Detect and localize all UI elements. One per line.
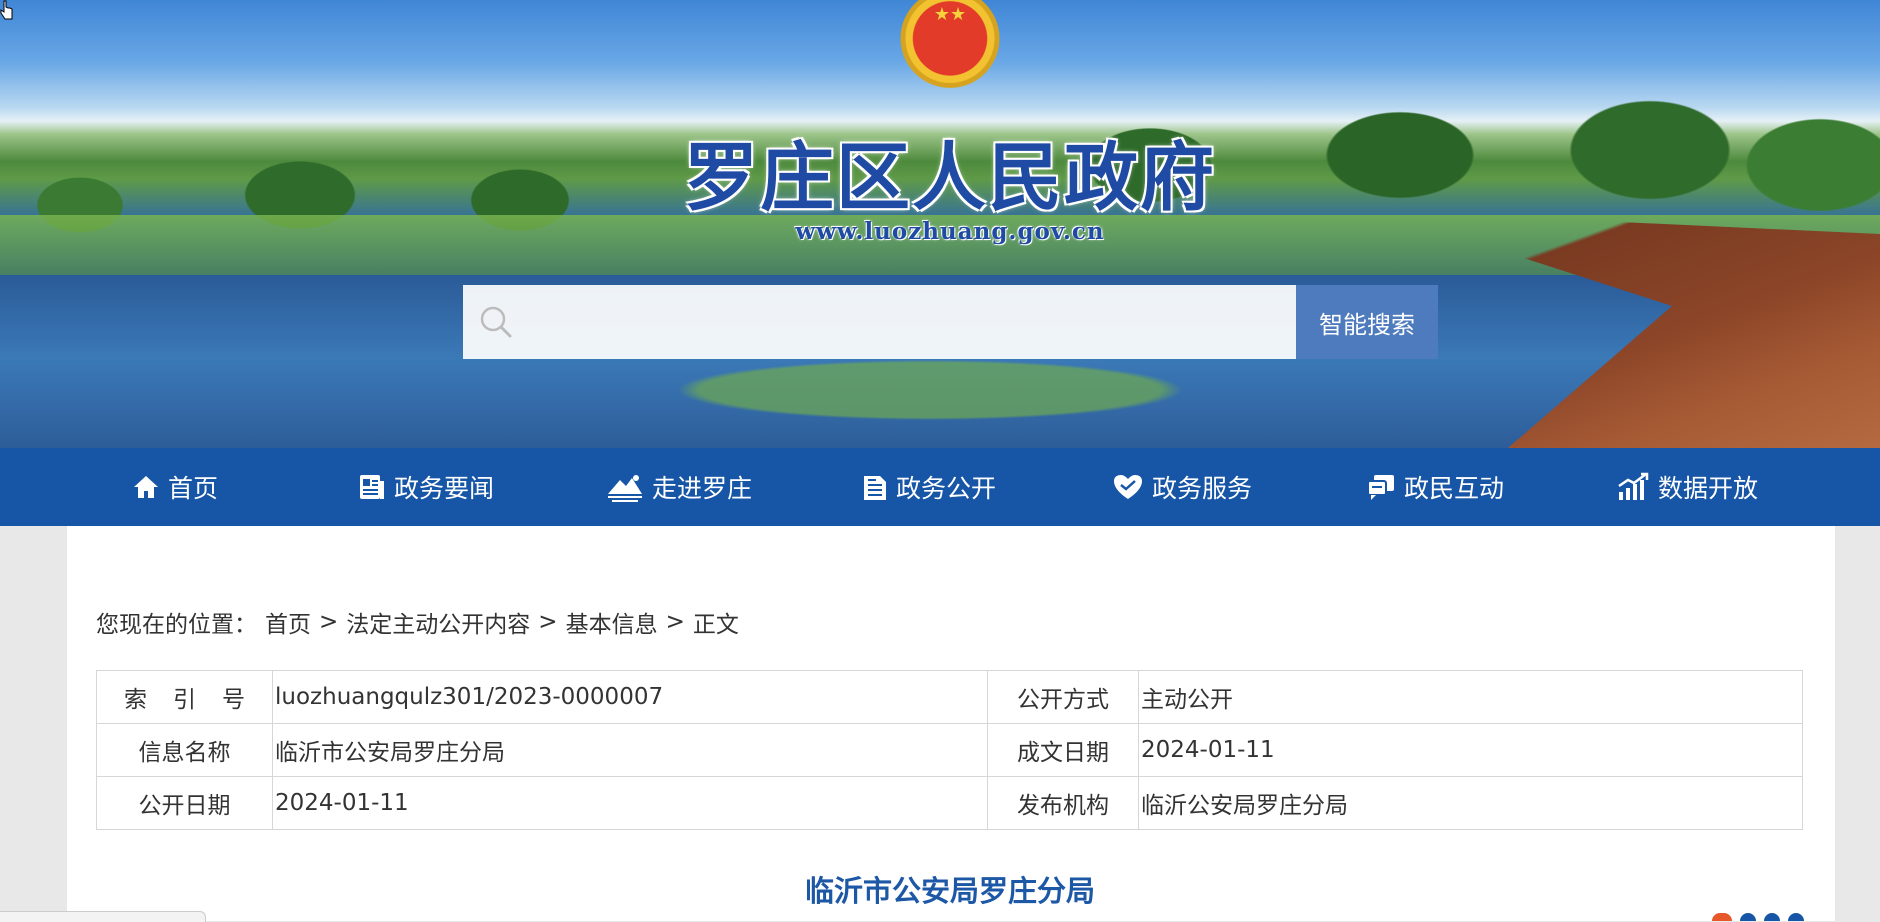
nav-item-news[interactable]: 政务要闻 bbox=[358, 448, 494, 526]
breadcrumb-public-content[interactable]: 法定主动公开内容 bbox=[346, 605, 530, 639]
landscape-icon bbox=[608, 475, 642, 502]
tool-icon[interactable] bbox=[1712, 913, 1732, 921]
home-icon bbox=[134, 476, 158, 498]
breadcrumb-home[interactable]: 首页 bbox=[265, 605, 311, 639]
document-title: 临沂市公安局罗庄分局 bbox=[804, 874, 1095, 908]
nav-item-label: 政民互动 bbox=[1404, 474, 1505, 503]
breadcrumb-separator: > bbox=[538, 609, 558, 635]
search-box bbox=[463, 285, 1296, 361]
written-date-value: 2024-01-11 bbox=[1138, 723, 1803, 777]
meta-label: 索引号 bbox=[96, 670, 273, 724]
accessibility-tools[interactable] bbox=[1712, 910, 1880, 921]
open-method-value: 主动公开 bbox=[1138, 670, 1803, 724]
breadcrumb-prefix: 您现在的位置： bbox=[96, 612, 257, 638]
site-url: www.luozhuang.gov.cn bbox=[795, 218, 1105, 245]
nav-item-services[interactable]: 政务服务 bbox=[1112, 448, 1252, 526]
open-method-label: 公开方式 bbox=[987, 670, 1139, 724]
tool-icon[interactable] bbox=[1740, 913, 1756, 921]
nav-item-label: 政务服务 bbox=[1152, 474, 1253, 503]
info-name-label: 信息名称 bbox=[96, 723, 273, 777]
heart-icon bbox=[1114, 475, 1142, 499]
nav-item-label: 政务公开 bbox=[896, 474, 997, 503]
nav-item-gov-open[interactable]: 政务公开 bbox=[862, 448, 996, 526]
emblem-stars: ★★ bbox=[933, 4, 967, 25]
nav-item-home[interactable]: 首页 bbox=[132, 448, 218, 526]
table-row: 索引号 luozhuangqulz301/2023-0000007 公开方式 主… bbox=[96, 670, 1803, 724]
search-input[interactable] bbox=[533, 285, 1277, 361]
table-row: 公开日期 2024-01-11 发布机构 临沂公安局罗庄分局 bbox=[96, 776, 1803, 830]
breadcrumb-separator: > bbox=[319, 609, 339, 635]
smart-search-button[interactable]: 智能搜索 bbox=[1296, 285, 1438, 359]
nav-item-label: 首页 bbox=[168, 474, 219, 503]
news-icon bbox=[360, 475, 384, 499]
nav-item-label: 数据开放 bbox=[1658, 474, 1759, 503]
chart-icon bbox=[1618, 472, 1649, 500]
chat-icon bbox=[1367, 475, 1394, 500]
tool-icon[interactable] bbox=[1764, 913, 1780, 921]
breadcrumb-basic-info[interactable]: 基本信息 bbox=[566, 605, 658, 639]
breadcrumb: 您现在的位置： 首页 > 法定主动公开内容 > 基本信息 > 正文 bbox=[96, 605, 739, 639]
document-icon bbox=[864, 476, 886, 500]
index-label: 索引号 bbox=[124, 687, 271, 713]
header-banner: ★★ 罗庄区人民政府 www.luozhuang.gov.cn 智能搜索 bbox=[0, 0, 1880, 448]
nav-item-label: 政务要闻 bbox=[394, 474, 495, 503]
nav-item-interaction[interactable]: 政民互动 bbox=[1366, 448, 1504, 526]
document-meta-table: 索引号 luozhuangqulz301/2023-0000007 公开方式 主… bbox=[96, 670, 1803, 830]
breadcrumb-current: 正文 bbox=[692, 612, 739, 638]
nav-item-about[interactable]: 走进罗庄 bbox=[606, 448, 752, 526]
breadcrumb-separator: > bbox=[665, 609, 685, 635]
hand-cursor-icon bbox=[0, 0, 13, 20]
nav-item-open-data[interactable]: 数据开放 bbox=[1616, 448, 1758, 526]
main-nav: 首页 政务要闻 走进罗庄 政务公开 政务服务 政民互动 数据开放 bbox=[0, 448, 1880, 526]
nav-item-label: 走进罗庄 bbox=[652, 474, 753, 503]
tool-icon[interactable] bbox=[1788, 913, 1804, 921]
status-bar bbox=[0, 911, 206, 922]
table-row: 信息名称 临沂市公安局罗庄分局 成文日期 2024-01-11 bbox=[96, 723, 1803, 777]
written-date-label: 成文日期 bbox=[987, 723, 1139, 777]
search-icon bbox=[480, 306, 512, 338]
national-emblem-icon: ★★ bbox=[892, 0, 1008, 96]
site-title[interactable]: 罗庄区人民政府 bbox=[680, 118, 1220, 225]
info-name-value: 临沂市公安局罗庄分局 bbox=[272, 723, 988, 777]
search-bar: 智能搜索 bbox=[463, 285, 1438, 361]
publisher-label: 发布机构 bbox=[987, 776, 1139, 830]
open-date-label: 公开日期 bbox=[96, 776, 273, 830]
index-value: luozhuangqulz301/2023-0000007 bbox=[272, 670, 988, 724]
publisher-value: 临沂公安局罗庄分局 bbox=[1138, 776, 1803, 830]
open-date-value: 2024-01-11 bbox=[272, 776, 988, 830]
